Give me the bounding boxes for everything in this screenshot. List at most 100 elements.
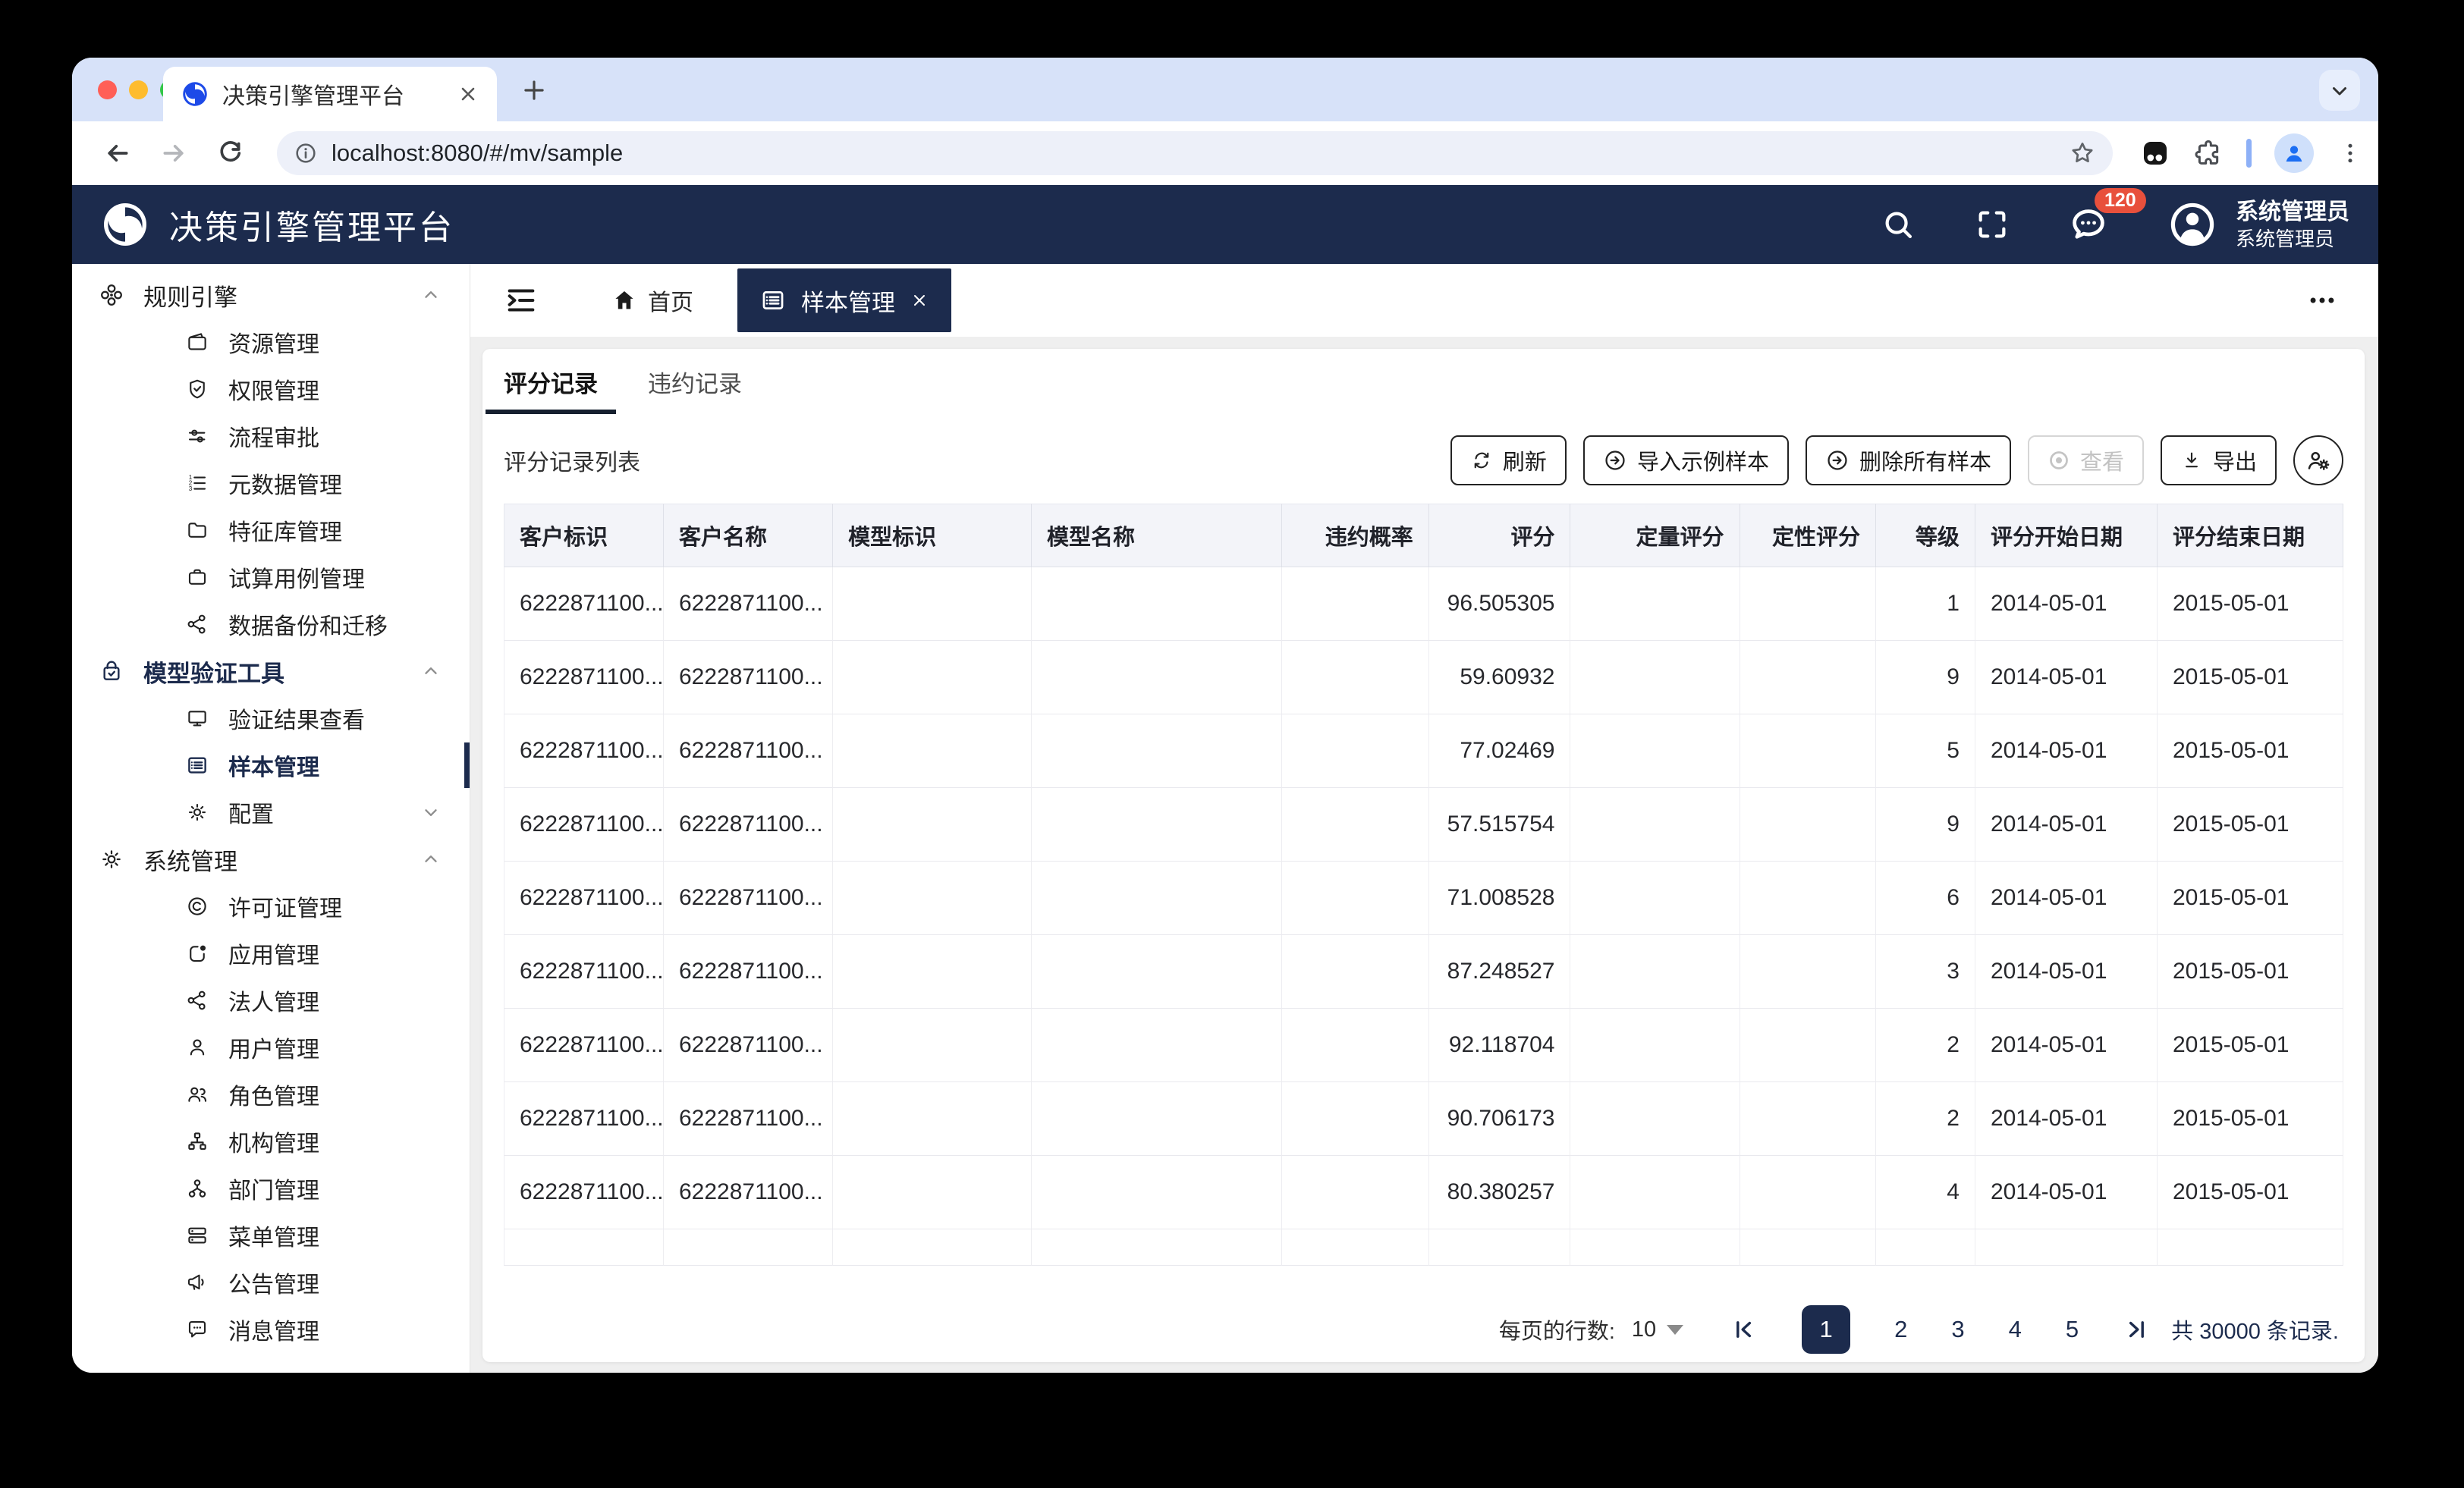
sidebar-item-dept-management[interactable]: 部门管理 <box>72 1165 470 1212</box>
export-button[interactable]: 导出 <box>2161 435 2277 485</box>
last-page-icon[interactable] <box>2123 1317 2148 1342</box>
reload-icon[interactable] <box>215 138 245 168</box>
table-row[interactable]: 6222871100... 6222871100... 96.505305 1 … <box>504 567 2343 641</box>
breadcrumb-home[interactable]: 首页 <box>611 284 693 317</box>
sidebar-item-legal-entity[interactable]: 法人管理 <box>72 977 470 1024</box>
tab-close-icon[interactable] <box>457 83 479 105</box>
col-header[interactable]: 评分结束日期 <box>2158 504 2343 567</box>
chip-close-icon[interactable] <box>910 291 929 309</box>
tab-default-records[interactable]: 违约记录 <box>648 349 742 414</box>
page-button[interactable]: 4 <box>2009 1316 2022 1343</box>
cell-grade: 9 <box>1876 788 1975 862</box>
sidebar-group-model-validation[interactable]: 模型验证工具 <box>72 648 470 695</box>
first-page-icon[interactable] <box>1732 1317 1758 1342</box>
site-info-icon[interactable] <box>294 141 318 165</box>
active-page-chip[interactable]: 样本管理 <box>737 268 951 332</box>
table-row[interactable]: 6222871100... 6222871100... 59.60932 9 2… <box>504 641 2343 714</box>
col-header[interactable]: 定量评分 <box>1570 504 1740 567</box>
sidebar-item-label: 用户管理 <box>228 1031 319 1064</box>
col-header[interactable]: 客户标识 <box>504 504 664 567</box>
cell-model-id <box>833 714 1032 788</box>
search-icon[interactable] <box>1881 207 1916 242</box>
page-more-kebab-icon[interactable] <box>2305 284 2339 317</box>
address-bar[interactable]: localhost:8080/#/mv/sample <box>277 131 2113 175</box>
sidebar-group-system[interactable]: 系统管理 <box>72 836 470 883</box>
sidebar-item-feature-lib[interactable]: 特征库管理 <box>72 507 470 554</box>
table-row[interactable]: 6222871100... 6222871100... 80.380257 4 … <box>504 1156 2343 1229</box>
browser-menu-kebab-icon[interactable] <box>2337 140 2364 167</box>
cell-qual-score <box>1740 1009 1876 1082</box>
sidebar-item-sample-management[interactable]: 样本管理 <box>72 742 470 789</box>
person-icon <box>186 1036 209 1059</box>
rows-per-page-select[interactable]: 10 <box>1632 1317 1656 1342</box>
col-header[interactable]: 等级 <box>1876 504 1975 567</box>
forward-icon[interactable] <box>159 138 189 168</box>
cell-quant-score <box>1570 1009 1740 1082</box>
table-row[interactable]: 6222871100... 6222871100... 87.248527 3 … <box>504 935 2343 1009</box>
cell-model-name <box>1032 1156 1282 1229</box>
page-button-current[interactable]: 1 <box>1802 1305 1850 1354</box>
sidebar-item-trial-case[interactable]: 试算用例管理 <box>72 554 470 601</box>
sidebar-item-permission[interactable]: 权限管理 <box>72 366 470 413</box>
back-icon[interactable] <box>102 138 133 168</box>
table-row[interactable]: 6222871100... 6222871100... 92.118704 2 … <box>504 1009 2343 1082</box>
user-avatar-icon[interactable] <box>2167 199 2217 250</box>
user-settings-round-button[interactable] <box>2293 435 2343 485</box>
close-window-button[interactable] <box>98 80 117 99</box>
fullscreen-icon[interactable] <box>1975 207 2010 242</box>
sidebar-item-user-management[interactable]: 用户管理 <box>72 1024 470 1071</box>
tab-search-icon[interactable] <box>2140 138 2170 168</box>
sidebar-item-message-management[interactable]: 消息管理 <box>72 1306 470 1353</box>
new-tab-button[interactable] <box>520 76 548 105</box>
collapse-sidebar-icon[interactable] <box>504 283 539 318</box>
table-row[interactable]: 6222871100... 6222871100... 57.515754 9 … <box>504 788 2343 862</box>
sidebar-item-org-management[interactable]: 机构管理 <box>72 1118 470 1165</box>
cell-model-id <box>833 567 1032 641</box>
col-header[interactable]: 客户名称 <box>664 504 833 567</box>
score-records-table: 客户标识 客户名称 模型标识 模型名称 违约概率 评分 定量评分 定性评分 等级… <box>504 504 2343 1266</box>
extensions-puzzle-icon[interactable] <box>2193 138 2224 168</box>
messages-icon[interactable]: 120 <box>2069 205 2108 244</box>
table-row[interactable]: 6222871100... 6222871100... 77.02469 5 2… <box>504 714 2343 788</box>
sidebar-item-announcement[interactable]: 公告管理 <box>72 1259 470 1306</box>
sidebar-item-app-management[interactable]: 应用管理 <box>72 930 470 977</box>
bookmark-star-icon[interactable] <box>2069 140 2096 167</box>
sidebar-item-menu-management[interactable]: 菜单管理 <box>72 1212 470 1259</box>
pagination: 每页的行数: 10 1 2 3 4 5 共 30000 条记录. <box>504 1297 2343 1362</box>
sidebar-item-approval[interactable]: 流程审批 <box>72 413 470 460</box>
table-row[interactable]: 6222871100... 6222871100... 90.706173 2 … <box>504 1082 2343 1156</box>
url-text[interactable]: localhost:8080/#/mv/sample <box>332 140 2069 167</box>
user-info[interactable]: 系统管理员 系统管理员 <box>2236 198 2349 251</box>
minimize-window-button[interactable] <box>129 80 148 99</box>
sidebar-item-license[interactable]: 许可证管理 <box>72 883 470 930</box>
col-header[interactable]: 评分 <box>1429 504 1571 567</box>
col-header[interactable]: 违约概率 <box>1282 504 1429 567</box>
cell-start-date: 2014-05-01 <box>1975 935 2158 1009</box>
page-button[interactable]: 3 <box>1951 1316 1964 1343</box>
cell-default-prob <box>1282 714 1429 788</box>
sidebar-item-metadata[interactable]: 123 元数据管理 <box>72 460 470 507</box>
rows-per-page-caret-icon[interactable] <box>1667 1325 1683 1335</box>
sidebar-item-config[interactable]: 配置 <box>72 789 470 836</box>
table-row[interactable]: 6222871100... 6222871100... 71.008528 6 … <box>504 862 2343 935</box>
browser-tab-strip: 决策引擎管理平台 <box>72 58 2378 121</box>
sidebar-item-role-management[interactable]: 角色管理 <box>72 1071 470 1118</box>
col-header[interactable]: 定性评分 <box>1740 504 1876 567</box>
sidebar-item-resource[interactable]: 资源管理 <box>72 319 470 366</box>
col-header[interactable]: 模型名称 <box>1032 504 1282 567</box>
browser-profile-avatar[interactable] <box>2274 133 2314 173</box>
cell-empty <box>833 1229 1032 1266</box>
tab-score-records[interactable]: 评分记录 <box>504 349 598 414</box>
sidebar-item-backup[interactable]: 数据备份和迁移 <box>72 601 470 648</box>
sidebar-group-rule-engine[interactable]: 规则引擎 <box>72 272 470 319</box>
browser-tab[interactable]: 决策引擎管理平台 <box>163 67 497 121</box>
page-button[interactable]: 5 <box>2066 1316 2079 1343</box>
page-button[interactable]: 2 <box>1894 1316 1907 1343</box>
sidebar-item-verify-results[interactable]: 验证结果查看 <box>72 695 470 742</box>
col-header[interactable]: 模型标识 <box>833 504 1032 567</box>
refresh-button[interactable]: 刷新 <box>1450 435 1567 485</box>
tab-strip-chevron-button[interactable] <box>2319 70 2360 111</box>
import-sample-button[interactable]: 导入示例样本 <box>1583 435 1789 485</box>
col-header[interactable]: 评分开始日期 <box>1975 504 2158 567</box>
delete-all-samples-button[interactable]: 删除所有样本 <box>1806 435 2011 485</box>
